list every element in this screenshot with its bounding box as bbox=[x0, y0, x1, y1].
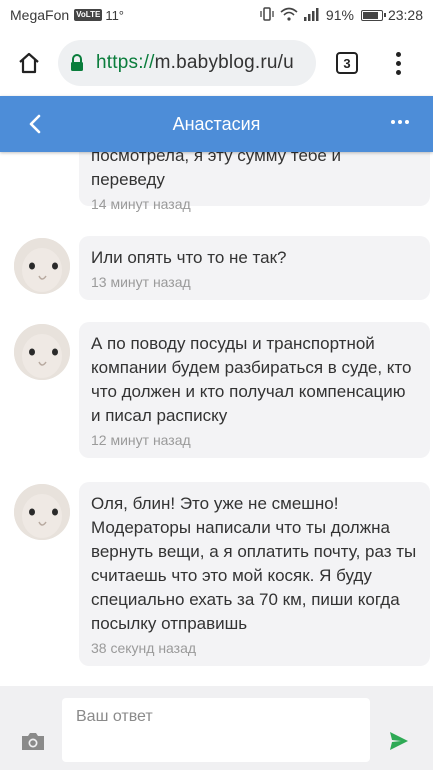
chat-thread[interactable]: посмотрела, я эту сумму тебе и переведу … bbox=[0, 152, 433, 686]
browser-menu-button[interactable] bbox=[388, 48, 408, 78]
send-icon bbox=[390, 732, 408, 750]
chevron-left-icon bbox=[29, 114, 41, 134]
carrier-name: MegaFon bbox=[10, 7, 70, 23]
battery-percent: 91% bbox=[325, 7, 354, 23]
reply-bar: Ваш ответ bbox=[0, 686, 433, 770]
reply-input[interactable]: Ваш ответ bbox=[62, 698, 370, 762]
camera-button[interactable] bbox=[20, 730, 46, 752]
tab-switcher-button[interactable]: 3 bbox=[336, 52, 358, 74]
message-text: посмотрела, я эту сумму тебе и переведу bbox=[91, 152, 341, 189]
url-scheme: https:// bbox=[96, 52, 155, 73]
volte-badge: VoLTE bbox=[74, 9, 103, 21]
message-bubble: Оля, блин! Это уже не смешно! Модераторы… bbox=[79, 482, 430, 666]
reply-placeholder: Ваш ответ bbox=[76, 708, 153, 725]
signal-icon bbox=[303, 7, 321, 24]
address-bar[interactable]: https://m.babyblog.ru/u bbox=[58, 40, 316, 86]
message-text: Оля, блин! Это уже не смешно! Модераторы… bbox=[91, 494, 417, 633]
send-button[interactable] bbox=[388, 730, 410, 752]
more-options-button[interactable] bbox=[391, 120, 409, 124]
page-title: Анастасия bbox=[172, 113, 261, 134]
url-text: https://m.babyblog.ru/u bbox=[96, 52, 294, 74]
message-bubble: посмотрела, я эту сумму тебе и переведу … bbox=[79, 152, 430, 212]
message-bubble: Или опять что то не так? 13 минут назад bbox=[79, 236, 430, 300]
lock-icon bbox=[70, 54, 84, 72]
message-text: Или опять что то не так? bbox=[91, 248, 287, 267]
chat-header: Анастасия bbox=[0, 96, 433, 152]
vibrate-icon bbox=[259, 6, 275, 24]
avatar[interactable] bbox=[14, 324, 70, 380]
avatar[interactable] bbox=[14, 484, 70, 540]
message-time: 12 минут назад bbox=[91, 432, 191, 448]
message-bubble: А по поводу посуды и транспортной компан… bbox=[79, 322, 430, 458]
message-text: А по поводу посуды и транспортной компан… bbox=[91, 334, 412, 425]
message-time: 13 минут назад bbox=[91, 274, 191, 290]
status-left: MegaFon VoLTE 11° bbox=[10, 7, 124, 23]
back-button[interactable] bbox=[22, 110, 48, 138]
message-time: 38 секунд назад bbox=[91, 640, 197, 656]
status-bar: MegaFon VoLTE 11° 91% 23:28 bbox=[0, 0, 433, 30]
battery-icon bbox=[360, 9, 386, 21]
home-button[interactable] bbox=[0, 30, 58, 96]
temperature: 11° bbox=[105, 7, 125, 23]
home-icon bbox=[19, 52, 39, 74]
clock: 23:28 bbox=[387, 7, 423, 23]
message-time: 14 минут назад bbox=[91, 196, 191, 212]
camera-icon bbox=[22, 733, 44, 750]
url-host: m.babyblog.ru/u bbox=[154, 52, 294, 73]
wifi-icon bbox=[280, 7, 298, 24]
status-right: 91% 23:28 bbox=[259, 6, 423, 24]
avatar[interactable] bbox=[14, 238, 70, 294]
browser-toolbar: https://m.babyblog.ru/u 3 bbox=[0, 30, 433, 96]
